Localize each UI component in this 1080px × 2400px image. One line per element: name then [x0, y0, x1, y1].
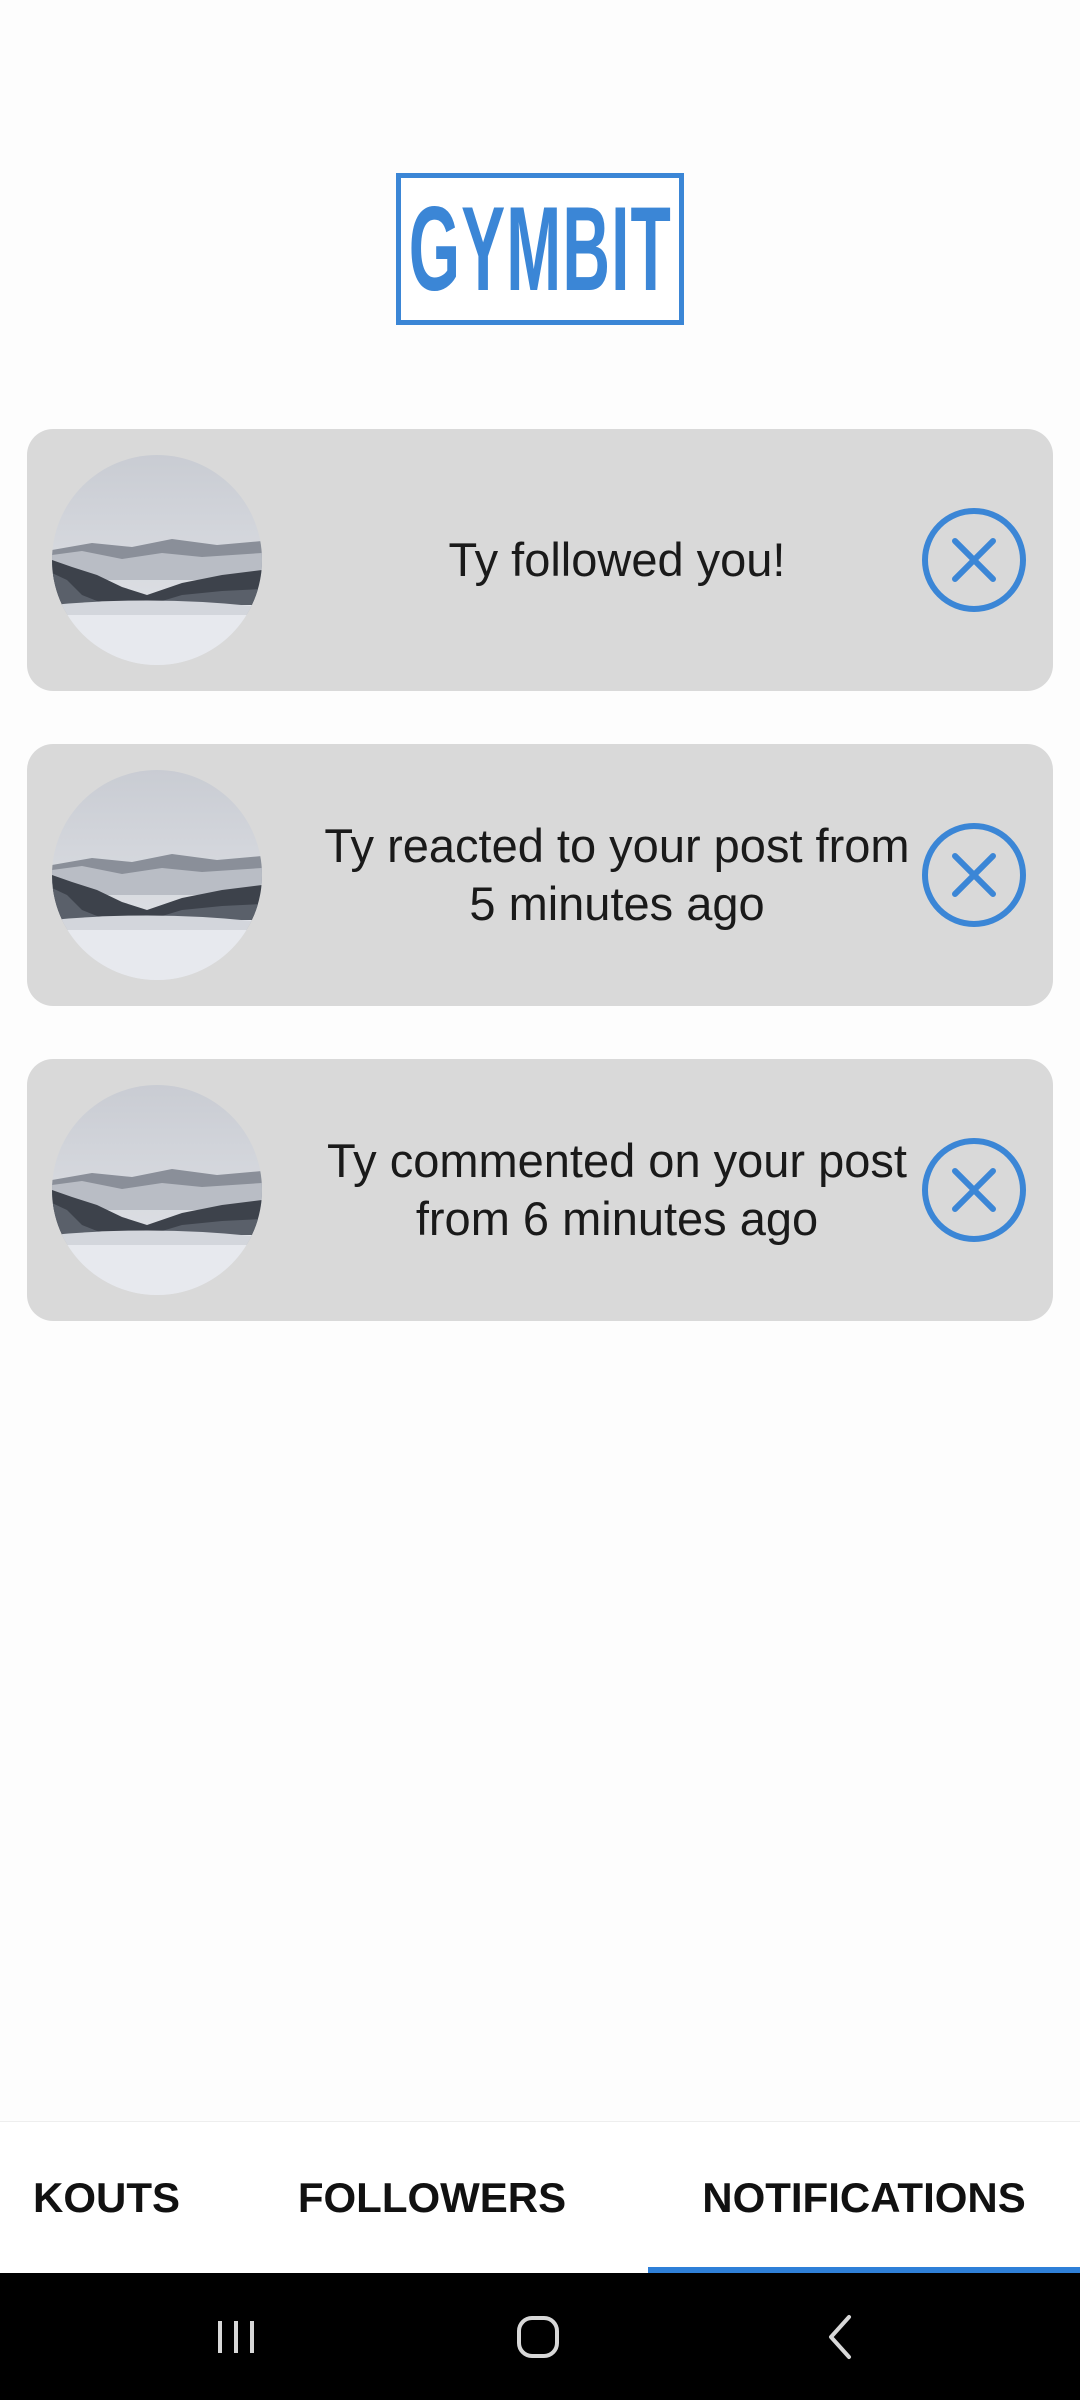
- dismiss-button[interactable]: [922, 1138, 1026, 1242]
- tab-followers[interactable]: FOLLOWERS: [262, 2122, 602, 2273]
- dismiss-button[interactable]: [922, 823, 1026, 927]
- notification-list: Ty followed you! Ty reacted to your post…: [27, 429, 1053, 1374]
- system-navigation-bar: [0, 2273, 1080, 2400]
- dismiss-button[interactable]: [922, 508, 1026, 612]
- notification-text: Ty followed you!: [448, 533, 786, 586]
- tab-workouts[interactable]: KOUTS: [0, 2122, 190, 2273]
- mountain-landscape-avatar[interactable]: [52, 1085, 262, 1295]
- notification-text: Ty commented on your post from 6 minutes…: [327, 1134, 907, 1245]
- notification-text: Ty reacted to your post from 5 minutes a…: [324, 819, 910, 930]
- gymbit-logo: GYMBIT: [396, 173, 684, 325]
- recent-apps-icon: [218, 2320, 254, 2353]
- notification-card[interactable]: Ty followed you!: [27, 429, 1053, 691]
- notifications-screen: GYMBIT Ty followed you! Ty reacted to yo…: [0, 0, 1080, 2400]
- close-icon: [952, 1168, 996, 1212]
- bottom-tab-bar: KOUTS FOLLOWERS NOTIFICATIONS: [0, 2121, 1080, 2273]
- mountain-landscape-avatar[interactable]: [52, 455, 262, 665]
- mountain-landscape-avatar[interactable]: [52, 770, 262, 980]
- tab-notifications[interactable]: NOTIFICATIONS: [648, 2122, 1080, 2273]
- close-icon: [952, 538, 996, 582]
- back-button[interactable]: [780, 2273, 900, 2400]
- home-icon: [517, 2315, 559, 2358]
- notification-card[interactable]: Ty commented on your post from 6 minutes…: [27, 1059, 1053, 1321]
- close-icon: [952, 853, 996, 897]
- back-icon: [829, 2314, 851, 2359]
- logo-text: GYMBIT: [408, 182, 672, 316]
- notification-card[interactable]: Ty reacted to your post from 5 minutes a…: [27, 744, 1053, 1006]
- recent-apps-button[interactable]: [176, 2273, 296, 2400]
- home-button[interactable]: [478, 2273, 598, 2400]
